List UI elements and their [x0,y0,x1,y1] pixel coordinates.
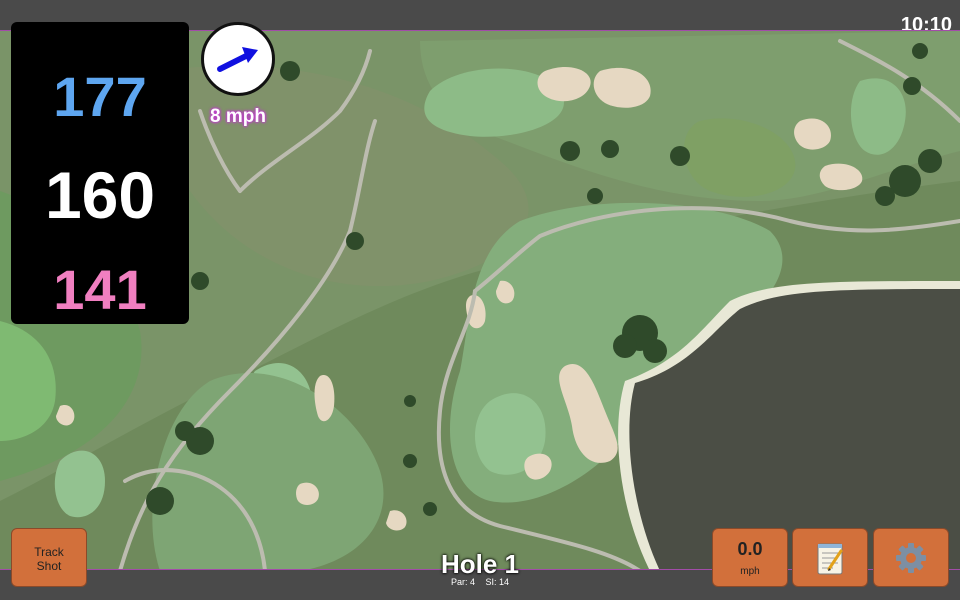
track-shot-label-line1: Track [34,545,64,559]
speed-value: 0.0 [737,539,763,559]
distance-panel: 177 160 141 [11,22,189,324]
track-shot-button[interactable]: Track Shot [11,528,87,587]
speed-unit: mph [740,566,760,577]
speed-button[interactable]: 0.0 mph [712,528,788,587]
notes-button[interactable] [792,528,868,587]
middle-distance: 160 [44,158,156,232]
wind-direction-arrow-icon [217,47,258,72]
wind-speed: 8 mph [210,106,266,127]
gear-icon [896,543,926,573]
hole-stroke-index: SI: 14 [485,577,510,587]
hole-title: Hole 1 [440,549,520,579]
notepad-icon [817,543,843,575]
hole-par: Par: 4 [450,577,475,587]
settings-button[interactable] [873,528,949,587]
back-distance: 177 [53,65,147,128]
hole-info: Par: 4 SI: 14 [380,577,580,587]
front-distance: 141 [53,258,147,321]
track-shot-label-line2: Shot [36,559,62,573]
wind-indicator [201,22,275,96]
